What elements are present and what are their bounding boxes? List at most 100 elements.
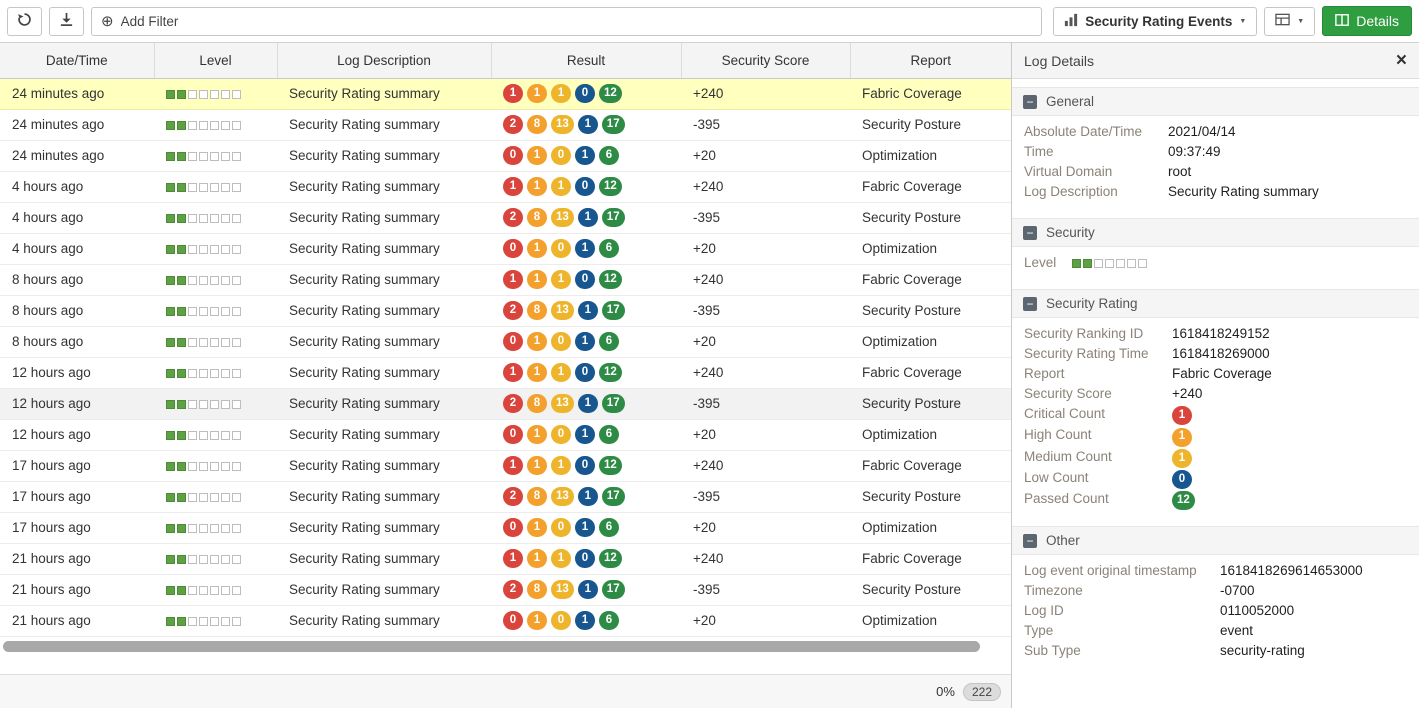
horizontal-scrollbar-thumb[interactable] <box>3 641 980 652</box>
details-section-header[interactable]: − Other <box>1012 526 1419 555</box>
passed-count-badge: 12 <box>599 177 622 196</box>
cell-level <box>154 419 277 450</box>
cell-description: Security Rating summary <box>277 233 491 264</box>
column-header-log-description[interactable]: Log Description <box>277 43 491 78</box>
field-label: Time <box>1024 142 1168 162</box>
cell-report: Optimization <box>850 605 1011 636</box>
passed-count-badge: 6 <box>599 146 619 165</box>
level-segment-filled <box>166 586 175 595</box>
high-count-badge: 1 <box>527 177 547 196</box>
low-count-badge: 0 <box>575 84 595 103</box>
medium-count-badge: 1 <box>551 549 571 568</box>
cell-level <box>154 512 277 543</box>
table-row[interactable]: 17 hours ago Security Rating summary 111… <box>0 450 1011 481</box>
low-count-badge: 0 <box>575 270 595 289</box>
cell-datetime: 21 hours ago <box>0 574 154 605</box>
table-row[interactable]: 24 minutes ago Security Rating summary 2… <box>0 109 1011 140</box>
cell-report: Security Posture <box>850 109 1011 140</box>
field-value: security-rating <box>1220 641 1407 661</box>
cell-level <box>154 388 277 419</box>
table-row[interactable]: 4 hours ago Security Rating summary 1110… <box>0 171 1011 202</box>
medium-count-badge: 0 <box>551 425 571 444</box>
cell-datetime: 24 minutes ago <box>0 109 154 140</box>
filter-bar[interactable]: ⊕ <box>91 7 1042 36</box>
table-row[interactable]: 21 hours ago Security Rating summary 111… <box>0 543 1011 574</box>
cell-level <box>154 140 277 171</box>
refresh-button[interactable] <box>7 7 42 36</box>
level-segment-empty <box>232 462 241 471</box>
level-segment-empty <box>232 555 241 564</box>
column-header-security-score[interactable]: Security Score <box>681 43 850 78</box>
low-count-badge: 0 <box>575 549 595 568</box>
critical-count-badge: 2 <box>503 115 523 134</box>
details-section-header[interactable]: − General <box>1012 87 1419 116</box>
table-row[interactable]: 24 minutes ago Security Rating summary 0… <box>0 140 1011 171</box>
level-segment-empty <box>188 307 197 316</box>
passed-count-badge: 17 <box>602 487 625 506</box>
table-row[interactable]: 4 hours ago Security Rating summary 0101… <box>0 233 1011 264</box>
passed-count-badge: 12 <box>599 456 622 475</box>
filter-input[interactable] <box>121 14 1033 29</box>
critical-count-badge: 0 <box>503 146 523 165</box>
level-segment-empty <box>221 214 230 223</box>
table-row[interactable]: 12 hours ago Security Rating summary 281… <box>0 388 1011 419</box>
level-segment-empty <box>188 555 197 564</box>
high-count-badge: 8 <box>527 394 547 413</box>
cell-report: Optimization <box>850 233 1011 264</box>
table-row[interactable]: 17 hours ago Security Rating summary 010… <box>0 512 1011 543</box>
close-icon[interactable]: × <box>1396 51 1407 70</box>
cell-report: Fabric Coverage <box>850 171 1011 202</box>
level-segment-empty <box>1138 259 1147 268</box>
details-section-header[interactable]: − Security <box>1012 218 1419 247</box>
collapse-icon[interactable]: − <box>1023 226 1037 240</box>
column-header-report[interactable]: Report <box>850 43 1011 78</box>
cell-report: Fabric Coverage <box>850 543 1011 574</box>
level-segment-filled <box>177 121 186 130</box>
log-view-selector[interactable]: Security Rating Events ▼ <box>1053 7 1257 36</box>
cell-score: -395 <box>681 295 850 326</box>
level-segment-filled <box>166 338 175 347</box>
passed-count-badge: 12 <box>599 84 622 103</box>
medium-count-badge: 0 <box>551 239 571 258</box>
level-segment-empty <box>232 307 241 316</box>
medium-count-badge: 1 <box>551 177 571 196</box>
table-row[interactable]: 17 hours ago Security Rating summary 281… <box>0 481 1011 512</box>
table-row[interactable]: 4 hours ago Security Rating summary 2813… <box>0 202 1011 233</box>
collapse-icon[interactable]: − <box>1023 95 1037 109</box>
low-count-badge: 1 <box>575 518 595 537</box>
field-value: 1 <box>1172 447 1407 468</box>
collapse-icon[interactable]: − <box>1023 534 1037 548</box>
field-label: Log ID <box>1024 601 1220 621</box>
table-row[interactable]: 8 hours ago Security Rating summary 2813… <box>0 295 1011 326</box>
table-row[interactable]: 24 minutes ago Security Rating summary 1… <box>0 78 1011 109</box>
level-segment-empty <box>210 400 219 409</box>
details-section-header[interactable]: − Security Rating <box>1012 289 1419 318</box>
cell-level <box>154 233 277 264</box>
high-count-badge: 8 <box>527 580 547 599</box>
critical-count-badge: 2 <box>503 301 523 320</box>
column-header-result[interactable]: Result <box>491 43 681 78</box>
cell-score: +240 <box>681 78 850 109</box>
level-segment-filled <box>166 400 175 409</box>
high-count-badge: 1 <box>527 332 547 351</box>
level-segment-empty <box>221 276 230 285</box>
cell-score: -395 <box>681 481 850 512</box>
display-options-dropdown[interactable]: ▼ <box>1264 7 1315 36</box>
table-row[interactable]: 21 hours ago Security Rating summary 010… <box>0 605 1011 636</box>
table-row[interactable]: 8 hours ago Security Rating summary 1110… <box>0 264 1011 295</box>
table-row[interactable]: 8 hours ago Security Rating summary 0101… <box>0 326 1011 357</box>
detail-field: Security Score +240 <box>1024 384 1407 404</box>
cell-level <box>154 171 277 202</box>
table-row[interactable]: 21 hours ago Security Rating summary 281… <box>0 574 1011 605</box>
download-button[interactable] <box>49 7 84 36</box>
column-header-level[interactable]: Level <box>154 43 277 78</box>
column-header-datetime[interactable]: Date/Time <box>0 43 154 78</box>
passed-count-badge: 6 <box>599 332 619 351</box>
section-title: Other <box>1046 533 1080 548</box>
level-segment-empty <box>188 400 197 409</box>
cell-level <box>154 109 277 140</box>
table-row[interactable]: 12 hours ago Security Rating summary 111… <box>0 357 1011 388</box>
details-toggle-button[interactable]: Details <box>1322 6 1412 36</box>
table-row[interactable]: 12 hours ago Security Rating summary 010… <box>0 419 1011 450</box>
collapse-icon[interactable]: − <box>1023 297 1037 311</box>
